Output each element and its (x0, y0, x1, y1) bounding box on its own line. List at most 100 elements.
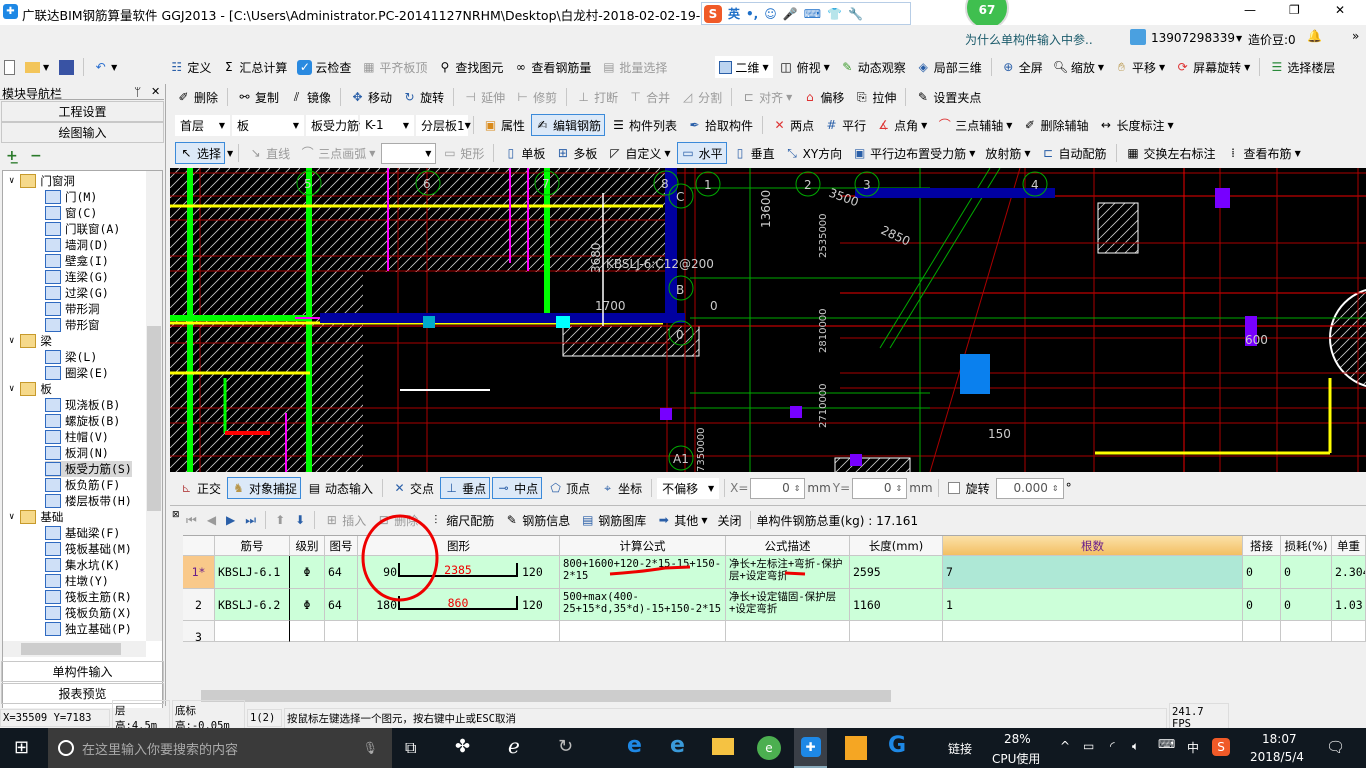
new-file-button[interactable] (0, 56, 19, 78)
stretch-button[interactable]: ⎘ 拉伸 (850, 86, 900, 108)
layer-select[interactable]: 分层板1 ▼ (416, 114, 471, 136)
other-button[interactable]: ➡ 其他 ▼ (652, 509, 711, 531)
lap-cell[interactable] (1243, 621, 1281, 642)
mic-icon[interactable]: 🎤 (783, 7, 798, 21)
tree-item[interactable]: 带形窗 (45, 317, 100, 333)
point-angle-button[interactable]: ∡ 点角 ▼ (872, 114, 931, 136)
last-row-button[interactable]: ⏭ (241, 509, 260, 531)
pin-icon[interactable]: ᛘ (134, 85, 141, 99)
tree-item[interactable]: 独立基础(P) (45, 621, 132, 637)
unit-weight-cell[interactable]: 1.03 (1332, 589, 1366, 621)
glodon-g-icon[interactable]: G (888, 733, 906, 758)
notes-app-icon[interactable] (845, 736, 867, 760)
move-button[interactable]: ✥ 移动 (346, 86, 396, 108)
ime-punct[interactable]: •, (746, 7, 758, 21)
grade-cell[interactable]: Φ (290, 589, 325, 621)
drawing-canvas[interactable]: 5 6 7 8 C B 0 A1 1 2 3 4 13600 3500 2850… (170, 168, 1366, 472)
close-panel-button[interactable]: 关闭 (713, 509, 745, 531)
edge-icon[interactable]: e (627, 733, 642, 758)
start-button[interactable]: ⊞ (14, 737, 29, 758)
lap-cell[interactable]: 0 (1243, 589, 1281, 621)
row-number[interactable]: 3 (183, 621, 215, 642)
rotate-button[interactable]: ↻ 旋转 (398, 86, 448, 108)
grade-cell[interactable]: Φ (290, 556, 325, 589)
notification-icon[interactable]: 🗨︎ (1326, 738, 1345, 756)
find-element-button[interactable]: ⚲ 查找图元 (433, 56, 507, 78)
tree-item[interactable]: 集水坑(K) (45, 557, 120, 573)
properties-button[interactable]: ▣ 属性 (479, 114, 529, 136)
arc-button[interactable]: ⌒ 三点画弧 ▼ (296, 142, 379, 164)
orbit-button[interactable]: ✎ 动态观察 (836, 56, 910, 78)
coordinate-button[interactable]: ⌖ 坐标 (596, 477, 646, 499)
pick-component-button[interactable]: ✒ 拾取构件 (683, 114, 757, 136)
more-icon[interactable]: » (1352, 29, 1359, 43)
fan-app-icon[interactable]: ✤ (455, 736, 470, 757)
tree-folder[interactable]: ∨ 基础 (9, 509, 63, 525)
task-view-icon[interactable]: ⧉ (405, 738, 416, 758)
ie-icon[interactable]: e (670, 733, 685, 758)
parallel-edge-rebar-button[interactable]: ▣ 平行边布置受力筋 ▼ (848, 142, 979, 164)
length-cell[interactable]: 1160 (850, 589, 943, 621)
minimize-button[interactable]: — (1244, 3, 1256, 17)
grade-cell[interactable] (290, 621, 325, 642)
count-cell[interactable] (943, 621, 1243, 642)
offset-select[interactable]: 不偏移 ▼ (657, 477, 720, 499)
unit-weight-cell[interactable]: 2.304 (1332, 556, 1366, 589)
close-button[interactable]: ✕ (1335, 3, 1345, 17)
three-point-axis-button[interactable]: ⌒ 三点辅轴 ▼ (933, 114, 1016, 136)
mic-icon[interactable]: 🎙︎ (363, 741, 378, 755)
pan-button[interactable]: ✋︎ 平移 ▼ (1110, 56, 1169, 78)
type-select[interactable]: 板受力筋▼ (306, 114, 365, 136)
vertex-button[interactable]: ⬠ 顶点 (544, 477, 594, 499)
tree-item[interactable]: 柱墩(Y) (45, 573, 109, 589)
wifi-icon[interactable]: ◜ (1110, 739, 1115, 753)
project-settings-button[interactable]: 工程设置 (1, 101, 164, 122)
spiral-app-icon[interactable]: ↻ (558, 736, 573, 757)
file-explorer-icon[interactable] (712, 738, 734, 755)
loss-cell[interactable]: 0 (1281, 589, 1332, 621)
collapse-chevron-icon[interactable]: ∨ (9, 512, 14, 522)
ime-toolbar[interactable]: S 英 •, ☺ 🎤 ⌨ 👕 🔧 (701, 2, 911, 25)
panel-close-icon[interactable]: ⊠ (172, 510, 180, 520)
sogou-tray-icon[interactable]: S (1212, 738, 1230, 756)
two-point-axis-button[interactable]: ✕ 两点 (768, 114, 818, 136)
count-cell[interactable]: 1 (943, 589, 1243, 621)
tree-item[interactable]: 带形洞 (45, 301, 100, 317)
emoji-icon[interactable]: ☺ (764, 7, 777, 21)
power-icon[interactable]: ▭ (1083, 739, 1094, 753)
view-rebar-button[interactable]: ∞ 查看钢筋量 (509, 56, 595, 78)
figure-no-cell[interactable]: 64 (325, 589, 358, 621)
save-button[interactable] (55, 56, 78, 78)
next-row-button[interactable]: ▶ (222, 509, 239, 531)
tree-item[interactable]: 楼层板带(H) (45, 493, 132, 509)
dynamic-input-button[interactable]: ▤ 动态输入 (303, 477, 377, 499)
fullscreen-button[interactable]: ⊕ 全屏 (997, 56, 1047, 78)
bar-no-cell[interactable]: KBSLJ-6.2 (215, 589, 290, 621)
multi-slab-button[interactable]: ⊞ 多板 (551, 142, 601, 164)
keyboard-icon[interactable]: ⌨ (804, 7, 821, 21)
tree-folder[interactable]: ∨ 梁 (9, 333, 52, 349)
tree-item[interactable]: 筏板主筋(R) (45, 589, 132, 605)
rotate-screen-button[interactable]: ⟳ 屏幕旋转 ▼ (1171, 56, 1254, 78)
tree-item[interactable]: 门(M) (45, 189, 97, 205)
row-number[interactable]: 2 (183, 589, 215, 621)
y-input[interactable]: 0 ⇕ (852, 477, 908, 499)
tree-item[interactable]: 板洞(N) (45, 445, 109, 461)
zoom-button[interactable]: 🔍︎ 缩放 ▼ (1049, 56, 1108, 78)
rotate-checkbox[interactable] (947, 482, 960, 494)
delete-button[interactable]: ✐ 删除 (172, 86, 222, 108)
rebar-library-button[interactable]: ▤ 钢筋图库 (576, 509, 650, 531)
set-grip-button[interactable]: ✎ 设置夹点 (911, 86, 985, 108)
expand-all-icon[interactable]: +̲ (6, 148, 18, 164)
delete-row-button[interactable]: ⊟ 删除 (372, 509, 422, 531)
line-button[interactable]: ↘ 直线 (244, 142, 294, 164)
single-slab-button[interactable]: ▯ 单板 (499, 142, 549, 164)
wrench-icon[interactable]: 🔧 (848, 7, 863, 21)
align-slab-top-button[interactable]: ▦ 平齐板顶 (357, 56, 431, 78)
loss-cell[interactable] (1281, 621, 1332, 642)
shape-select[interactable]: ▼ (381, 142, 437, 164)
calculate-button[interactable]: Σ 汇总计算 (217, 56, 291, 78)
parallel-axis-button[interactable]: # 平行 (820, 114, 870, 136)
first-row-button[interactable]: ⏮ (182, 509, 201, 531)
ime-lang[interactable]: 英 (728, 5, 740, 22)
